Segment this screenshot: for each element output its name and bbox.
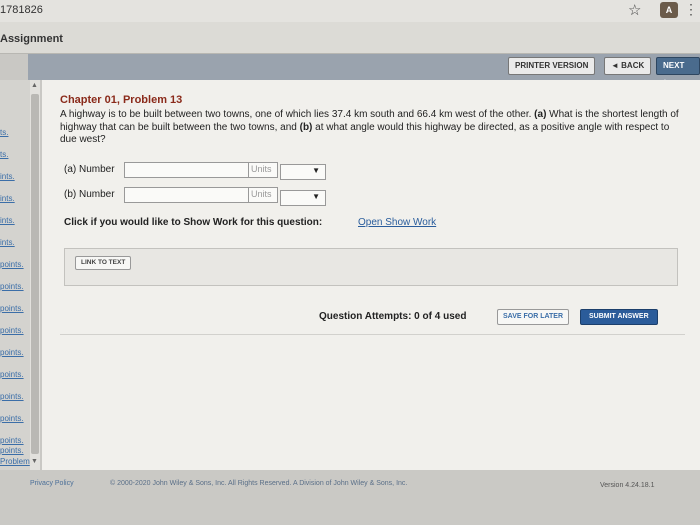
sidebar-item[interactable]: points. <box>0 436 24 445</box>
bookmark-star-icon[interactable]: ☆ <box>628 1 641 19</box>
scroll-up-icon[interactable]: ▲ <box>31 82 38 89</box>
part-a-units-select[interactable]: ▼ <box>280 164 326 180</box>
sidebar-item[interactable]: ints. <box>0 238 15 247</box>
part-b-units-select[interactable]: ▼ <box>280 190 326 206</box>
sidebar-item[interactable]: points. <box>0 348 24 357</box>
problem-text-part1: A highway is to be built between two tow… <box>60 109 535 120</box>
part-b-units-field: Units <box>248 187 278 203</box>
part-b-label: (b) Number <box>64 189 115 200</box>
assignment-header: Assignment <box>0 22 700 54</box>
open-show-work-link[interactable]: Open Show Work <box>358 217 436 228</box>
sidebar-item[interactable]: points. <box>0 304 24 313</box>
part-a-label: (a) Number <box>64 164 115 175</box>
sidebar-item[interactable]: ints. <box>0 216 15 225</box>
privacy-policy-link[interactable]: Privacy Policy <box>30 480 74 487</box>
sidebar-scroll-thumb[interactable] <box>31 94 39 454</box>
show-work-prompt: Click if you would like to Show Work for… <box>64 217 323 228</box>
copyright-text: © 2000-2020 John Wiley & Sons, Inc. All … <box>110 480 408 487</box>
sidebar-item[interactable]: points. <box>0 260 24 269</box>
part-a-units-field: Units <box>248 162 278 178</box>
url-text[interactable]: 1781826 <box>0 4 43 16</box>
next-button[interactable]: NEXT ► <box>656 57 700 86</box>
part-b-marker: (b) <box>299 121 313 133</box>
assignment-title: Assignment <box>0 33 63 45</box>
chevron-down-icon: ▼ <box>312 192 320 201</box>
problem-toolbar: PRINTER VERSION ◄ BACK NEXT ► <box>28 54 700 86</box>
chevron-down-icon: ▼ <box>312 166 320 175</box>
sidebar-item[interactable]: ts. <box>0 128 8 137</box>
version-text: Version 4.24.18.1 <box>600 482 655 489</box>
part-b-units-label: Units <box>251 189 272 199</box>
problem-content: Chapter 01, Problem 13 A highway is to b… <box>42 80 700 470</box>
problem-statement: A highway is to be built between two tow… <box>60 109 685 147</box>
part-a-number-input[interactable] <box>124 162 252 178</box>
extension-icon[interactable]: A <box>660 2 678 18</box>
sidebar-item-problem[interactable]: Problem <box>0 457 30 466</box>
browser-menu-icon[interactable]: ⋮ <box>684 1 698 18</box>
link-to-text-panel: LINK TO TEXT <box>64 248 678 286</box>
footer: Privacy Policy © 2000-2020 John Wiley & … <box>0 470 700 525</box>
browser-topbar: 1781826 ☆ A ⋮ <box>0 0 700 22</box>
problem-title: Chapter 01, Problem 13 <box>60 94 183 106</box>
back-button[interactable]: ◄ BACK <box>604 57 652 75</box>
part-b-number-input[interactable] <box>124 187 252 203</box>
printer-version-button[interactable]: PRINTER VERSION <box>508 57 596 75</box>
sidebar-item[interactable]: ts. <box>0 150 8 159</box>
sidebar-item[interactable]: points. <box>0 446 24 455</box>
sidebar-item[interactable]: points. <box>0 282 24 291</box>
sidebar-item[interactable]: points. <box>0 370 24 379</box>
part-a-units-label: Units <box>251 164 272 174</box>
save-for-later-button[interactable]: SAVE FOR LATER <box>497 309 570 325</box>
scroll-down-icon[interactable]: ▼ <box>31 458 38 465</box>
sidebar-item[interactable]: points. <box>0 392 24 401</box>
divider <box>60 334 685 335</box>
part-a-marker: (a) <box>534 109 547 120</box>
sidebar-item[interactable]: ints. <box>0 194 15 203</box>
submit-answer-button[interactable]: SUBMIT ANSWER <box>580 309 658 325</box>
sidebar-item[interactable]: points. <box>0 414 24 423</box>
link-to-text-button[interactable]: LINK TO TEXT <box>75 256 132 270</box>
sidebar-item[interactable]: ints. <box>0 172 15 181</box>
question-attempts: Question Attempts: 0 of 4 used <box>319 311 467 322</box>
sidebar-item[interactable]: points. <box>0 326 24 335</box>
